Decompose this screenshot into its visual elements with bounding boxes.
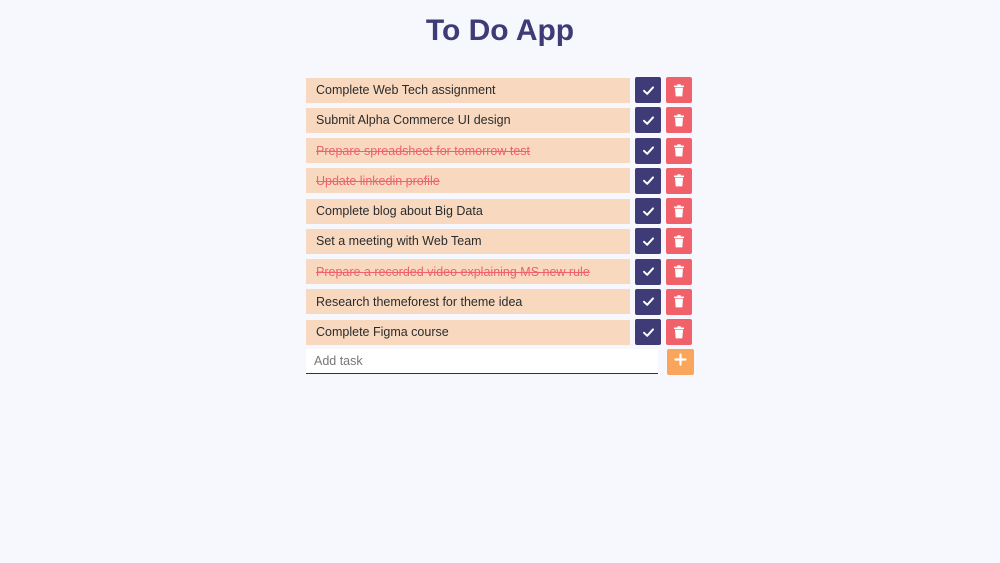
check-icon [642,84,655,97]
trash-icon [673,204,685,218]
delete-button[interactable] [666,258,692,285]
complete-button[interactable] [635,288,661,315]
task-row: Prepare a recorded video explaining MS n… [306,258,694,285]
delete-button[interactable] [666,107,692,134]
trash-icon [673,113,685,127]
delete-button[interactable] [666,288,692,315]
trash-icon [673,144,685,157]
task-label-completed[interactable]: Prepare a recorded video explaining MS n… [306,259,630,284]
check-icon [642,265,655,278]
plus-icon [674,353,687,371]
complete-button[interactable] [635,198,661,224]
check-icon [642,205,655,218]
app-title: To Do App [425,14,575,47]
trash-icon [673,83,685,97]
task-label-completed[interactable]: Prepare spreadsheet for tomorrow test [306,138,630,163]
add-task-button[interactable] [667,349,694,375]
check-icon [642,295,655,308]
check-icon [642,235,655,248]
complete-button[interactable] [635,77,661,103]
task-label[interactable]: Complete Web Tech assignment [306,77,630,103]
trash-icon [673,325,685,339]
todo-app: To Do App Complete Web Tech assignment S… [0,0,1000,563]
task-list: Complete Web Tech assignment Submit Alph… [306,77,694,349]
delete-button[interactable] [666,167,692,194]
task-label[interactable]: Set a meeting with Web Team [306,228,630,254]
check-icon [642,326,655,339]
delete-button[interactable] [666,77,692,103]
task-row: Complete Figma course [306,319,694,345]
check-icon [642,174,655,187]
task-label-completed[interactable]: Update linkedin profile [306,168,630,194]
delete-button[interactable] [666,198,692,224]
delete-button[interactable] [666,137,692,164]
add-task-input[interactable] [306,349,658,374]
task-label[interactable]: Research themeforest for theme idea [306,289,630,315]
delete-button[interactable] [666,319,692,345]
complete-button[interactable] [635,107,661,134]
add-task-row [306,349,694,375]
complete-button[interactable] [635,319,661,345]
trash-icon [673,234,685,248]
delete-button[interactable] [666,228,692,255]
task-row: Research themeforest for theme idea [306,288,694,315]
complete-button[interactable] [635,167,661,194]
check-icon [642,144,655,157]
task-row: Complete blog about Big Data [306,198,694,224]
task-label[interactable]: Submit Alpha Commerce UI design [306,107,630,133]
trash-icon [673,295,685,308]
task-label[interactable]: Complete blog about Big Data [306,198,630,224]
complete-button[interactable] [635,258,661,285]
task-row: Complete Web Tech assignment [306,77,694,103]
task-row: Update linkedin profile [306,167,694,194]
check-icon [642,114,655,127]
task-row: Prepare spreadsheet for tomorrow test [306,137,694,164]
complete-button[interactable] [635,228,661,255]
complete-button[interactable] [635,137,661,164]
task-row: Set a meeting with Web Team [306,228,694,255]
task-label[interactable]: Complete Figma course [306,319,630,345]
task-row: Submit Alpha Commerce UI design [306,107,694,134]
trash-icon [673,265,685,278]
trash-icon [673,174,685,187]
